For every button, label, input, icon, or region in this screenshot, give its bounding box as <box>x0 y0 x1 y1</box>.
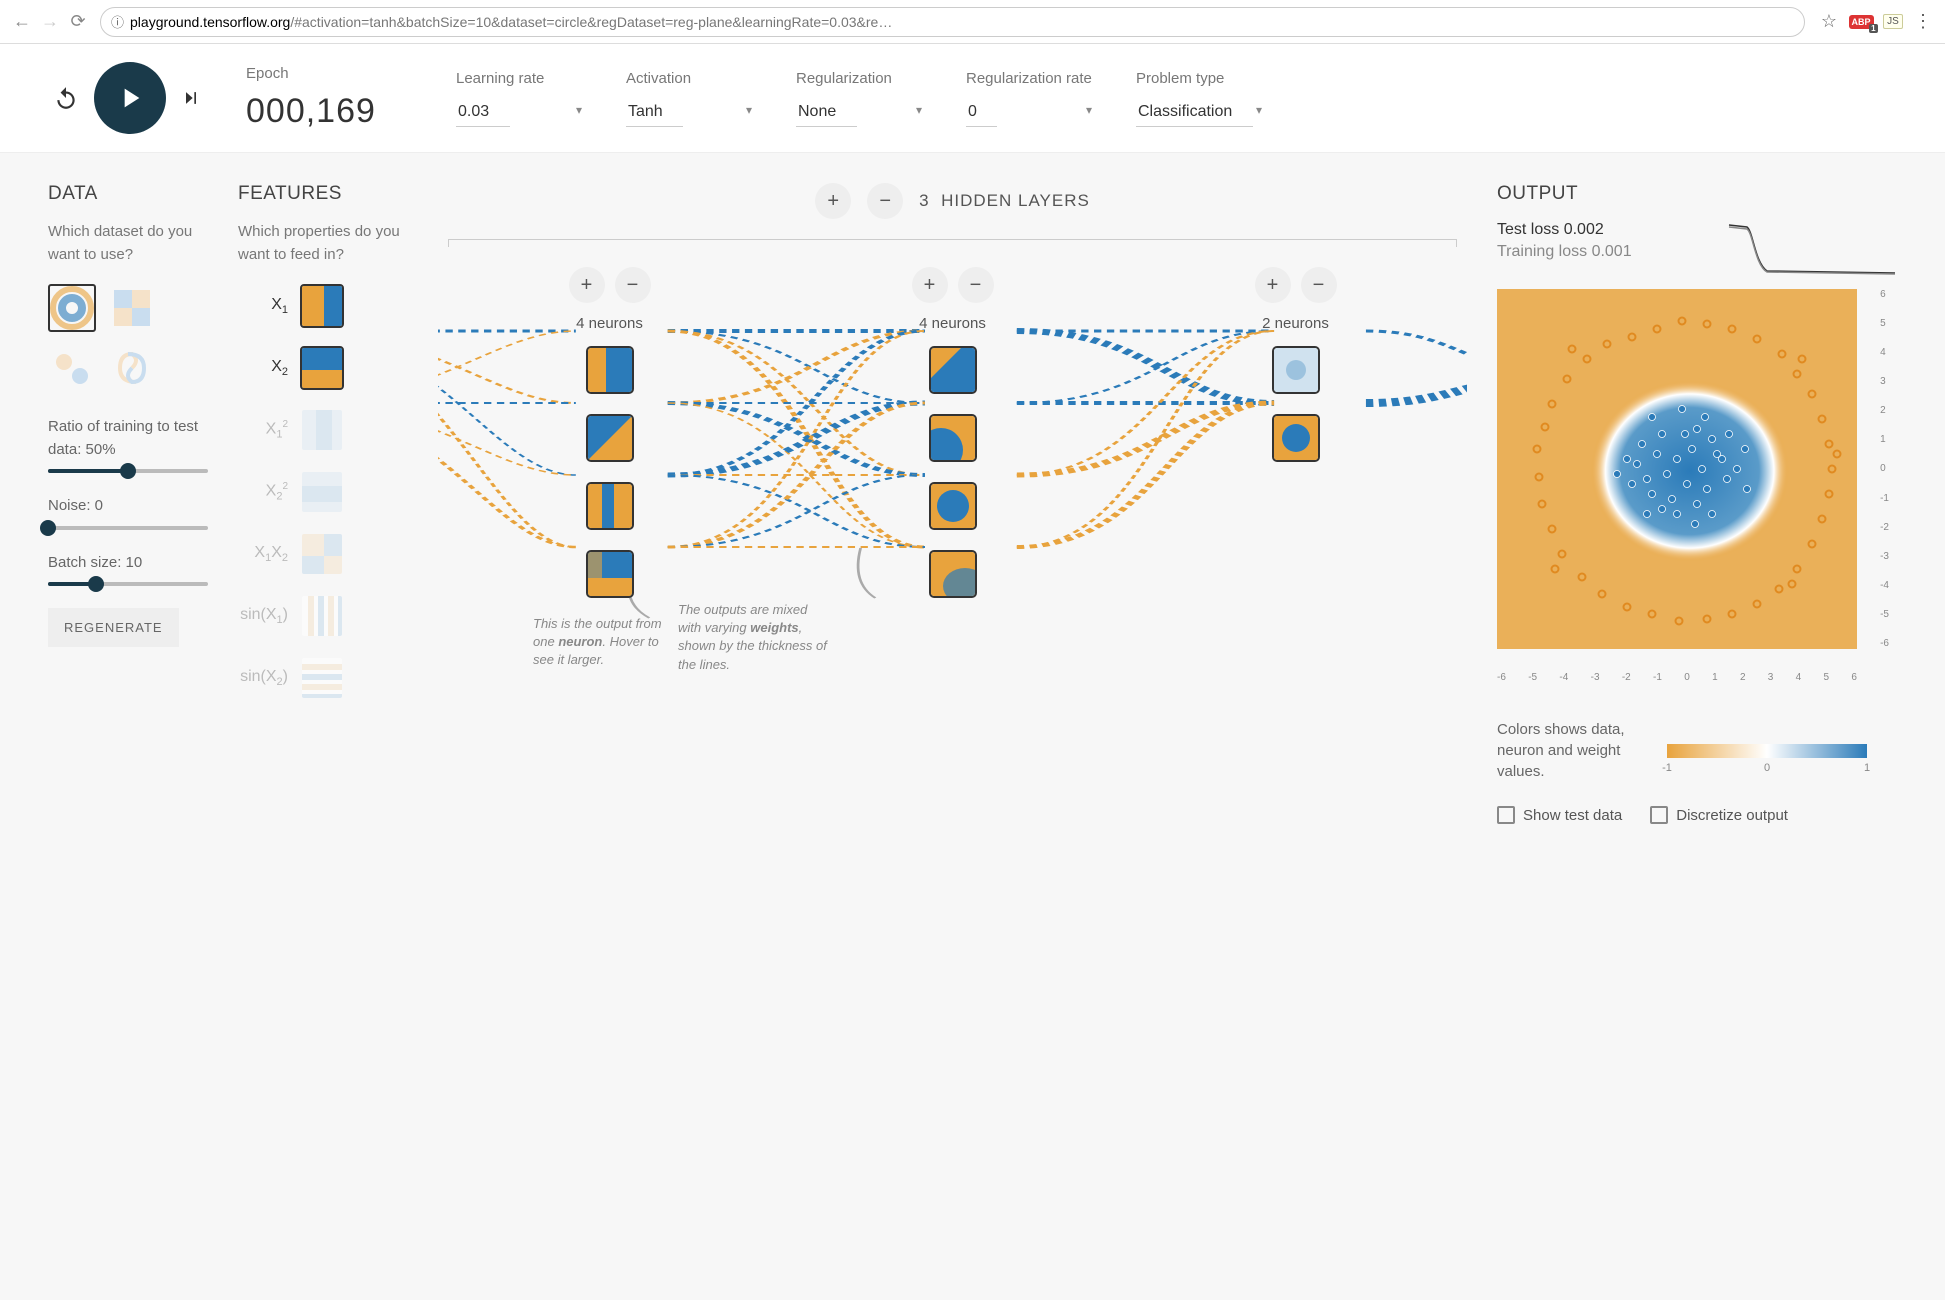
add-layer-button[interactable]: + <box>815 183 851 219</box>
neuron[interactable] <box>1272 346 1320 394</box>
feature-label: X1 <box>238 296 288 316</box>
dataset-gauss[interactable] <box>48 344 96 392</box>
activation-select[interactable]: Tanh <box>626 97 683 127</box>
regularization-select[interactable]: None <box>796 97 857 127</box>
reg-rate-select[interactable]: 0 <box>966 97 997 127</box>
feature-label: sin(X2) <box>238 668 288 688</box>
neuron[interactable] <box>586 482 634 530</box>
neuron-count: 4 neurons <box>576 315 643 332</box>
neuron[interactable] <box>586 346 634 394</box>
output-column: OUTPUT Test loss 0.002 Training loss 0.0… <box>1497 183 1897 824</box>
feature-toggle[interactable] <box>300 346 344 390</box>
neuron[interactable] <box>929 550 977 598</box>
learning-rate-select[interactable]: 0.03 <box>456 97 510 127</box>
test-loss-value: 0.002 <box>1564 221 1604 238</box>
url-bar[interactable]: ⓘ playground.tensorflow.org/#activation=… <box>100 7 1805 37</box>
epoch-value: 000,169 <box>246 92 416 131</box>
ratio-label: Ratio of training to test data: 50% <box>48 416 208 461</box>
remove-layer-button[interactable]: − <box>867 183 903 219</box>
feature-toggle[interactable] <box>300 408 344 452</box>
browser-menu-button[interactable]: ⋮ <box>1909 8 1937 36</box>
step-button[interactable] <box>176 83 206 113</box>
bookmark-star-icon[interactable]: ☆ <box>1817 10 1841 34</box>
feature-toggle[interactable] <box>300 532 344 576</box>
dataset-xor[interactable] <box>108 284 156 332</box>
x-axis-ticks: -6-5-4-3-2-10123456 <box>1497 672 1857 683</box>
features-column: FEATURES Which properties do you want to… <box>238 183 408 824</box>
neuron-count: 2 neurons <box>1262 315 1329 332</box>
neuron[interactable] <box>586 550 634 598</box>
play-button[interactable] <box>94 62 166 134</box>
add-neuron-button[interactable]: + <box>569 267 605 303</box>
feature-toggle[interactable] <box>300 594 344 638</box>
data-subtitle: Which dataset do you want to use? <box>48 221 208 266</box>
train-loss-value: 0.001 <box>1592 243 1632 260</box>
data-title: DATA <box>48 183 208 205</box>
ratio-slider[interactable] <box>48 469 208 473</box>
url-path: /#activation=tanh&batchSize=10&dataset=c… <box>290 14 892 30</box>
epoch-label: Epoch <box>246 65 416 82</box>
output-heatmap <box>1497 289 1857 649</box>
neuron[interactable] <box>586 414 634 462</box>
batch-slider[interactable] <box>48 582 208 586</box>
batch-label: Batch size: 10 <box>48 552 208 575</box>
y-axis-ticks: 6543210-1-2-3-4-5-6 <box>1880 289 1889 649</box>
neuron-count: 4 neurons <box>919 315 986 332</box>
data-column: DATA Which dataset do you want to use? R… <box>48 183 208 824</box>
url-domain: playground.tensorflow.org <box>130 14 290 30</box>
problem-type-select[interactable]: Classification <box>1136 97 1253 127</box>
dataset-spiral[interactable] <box>108 344 156 392</box>
test-loss-label: Test loss <box>1497 221 1559 238</box>
output-title: OUTPUT <box>1497 183 1897 205</box>
feature-toggle[interactable] <box>300 470 344 514</box>
features-title: FEATURES <box>238 183 408 205</box>
top-controls: Epoch 000,169 Learning rate 0.03 Activat… <box>0 44 1945 153</box>
noise-slider[interactable] <box>48 526 208 530</box>
feature-label: X12 <box>238 419 288 441</box>
back-button[interactable]: ← <box>8 8 36 36</box>
hint-neuron: This is the output from one neuron. Hove… <box>533 615 683 670</box>
remove-neuron-button[interactable]: − <box>958 267 994 303</box>
reg-rate-label: Regularization rate <box>966 70 1096 87</box>
feature-toggle[interactable] <box>300 284 344 328</box>
problem-type-label: Problem type <box>1136 70 1266 87</box>
discretize-output-checkbox[interactable]: Discretize output <box>1650 806 1788 824</box>
color-legend-bar <box>1667 744 1867 758</box>
add-neuron-button[interactable]: + <box>912 267 948 303</box>
forward-button[interactable]: → <box>36 8 64 36</box>
loss-chart <box>1727 221 1897 277</box>
noise-label: Noise: 0 <box>48 495 208 518</box>
js-extension-icon[interactable]: JS <box>1881 10 1905 34</box>
learning-rate-label: Learning rate <box>456 70 586 87</box>
color-legend-text: Colors shows data, neuron and weight val… <box>1497 719 1647 782</box>
neuron[interactable] <box>929 414 977 462</box>
features-subtitle: Which properties do you want to feed in? <box>238 221 408 266</box>
add-neuron-button[interactable]: + <box>1255 267 1291 303</box>
regenerate-button[interactable]: REGENERATE <box>48 608 179 647</box>
reset-button[interactable] <box>48 80 84 116</box>
browser-chrome: ← → ⟳ ⓘ playground.tensorflow.org/#activ… <box>0 0 1945 44</box>
train-loss-label: Training loss <box>1497 243 1587 260</box>
activation-label: Activation <box>626 70 756 87</box>
feature-label: sin(X1) <box>238 606 288 626</box>
neuron[interactable] <box>1272 414 1320 462</box>
adblock-icon[interactable]: ABP1 <box>1849 10 1873 34</box>
dataset-circle[interactable] <box>48 284 96 332</box>
remove-neuron-button[interactable]: − <box>615 267 651 303</box>
neuron[interactable] <box>929 346 977 394</box>
hidden-layers-label: HIDDEN LAYERS <box>941 191 1090 210</box>
feature-label: X2 <box>238 358 288 378</box>
network-column: + − 3 HIDDEN LAYERS <box>438 183 1467 824</box>
regularization-label: Regularization <box>796 70 926 87</box>
feature-label: X22 <box>238 481 288 503</box>
reload-button[interactable]: ⟳ <box>64 8 92 36</box>
hidden-layer-count: 3 <box>919 191 929 210</box>
feature-toggle[interactable] <box>300 656 344 700</box>
remove-neuron-button[interactable]: − <box>1301 267 1337 303</box>
show-test-data-checkbox[interactable]: Show test data <box>1497 806 1622 824</box>
info-icon: ⓘ <box>111 12 124 31</box>
neuron[interactable] <box>929 482 977 530</box>
feature-label: X1X2 <box>238 544 288 564</box>
